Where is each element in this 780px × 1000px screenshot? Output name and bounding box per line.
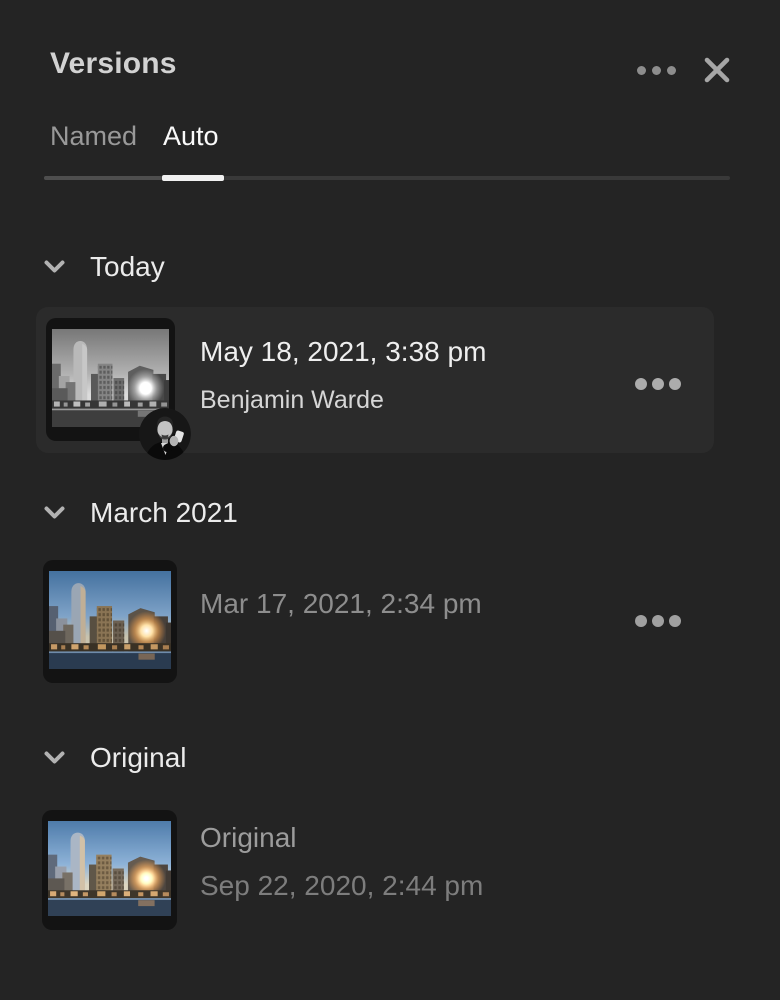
- named-tab-underline: [44, 176, 162, 180]
- version-timestamp: Sep 22, 2020, 2:44 pm: [200, 870, 484, 901]
- version-thumbnail: [43, 560, 177, 683]
- active-tab-indicator: [162, 175, 224, 181]
- close-button[interactable]: [698, 54, 736, 86]
- version-row-original[interactable]: Original Sep 22, 2020, 2:44 pm: [36, 800, 714, 945]
- chevron-down-icon: [44, 751, 65, 764]
- close-icon: [704, 57, 730, 83]
- avatar: [139, 408, 191, 460]
- versions-panel: Versions Named Auto Today May 18, 2021, …: [0, 0, 780, 1000]
- version-row-march[interactable]: Mar 17, 2021, 2:34 pm: [36, 550, 714, 695]
- tab-auto[interactable]: Auto: [163, 120, 219, 152]
- chevron-down-icon: [44, 506, 65, 519]
- version-row-today[interactable]: May 18, 2021, 3:38 pm Benjamin Warde: [36, 307, 714, 453]
- section-label: March 2021: [90, 497, 238, 528]
- panel-more-options-button[interactable]: [628, 56, 684, 84]
- version-timestamp: May 18, 2021, 3:38 pm: [200, 336, 487, 367]
- panel-title: Versions: [50, 47, 177, 80]
- version-author: Benjamin Warde: [200, 386, 384, 414]
- chevron-down-icon: [44, 260, 65, 273]
- ellipsis-icon: [635, 378, 647, 390]
- section-header-today[interactable]: Today: [44, 250, 165, 284]
- version-more-options-button[interactable]: [632, 606, 684, 636]
- version-thumbnail: [42, 810, 177, 930]
- section-header-original[interactable]: Original: [44, 741, 186, 775]
- version-timestamp: Mar 17, 2021, 2:34 pm: [200, 588, 482, 619]
- version-name: Original: [200, 822, 297, 853]
- version-more-options-button[interactable]: [632, 369, 684, 399]
- section-label: Original: [90, 742, 187, 773]
- tab-underline-track: [44, 175, 730, 181]
- section-label: Today: [90, 251, 165, 282]
- tab-named[interactable]: Named: [50, 120, 137, 152]
- section-header-march-2021[interactable]: March 2021: [44, 496, 238, 530]
- ellipsis-icon: [635, 615, 647, 627]
- ellipsis-icon: [636, 65, 646, 75]
